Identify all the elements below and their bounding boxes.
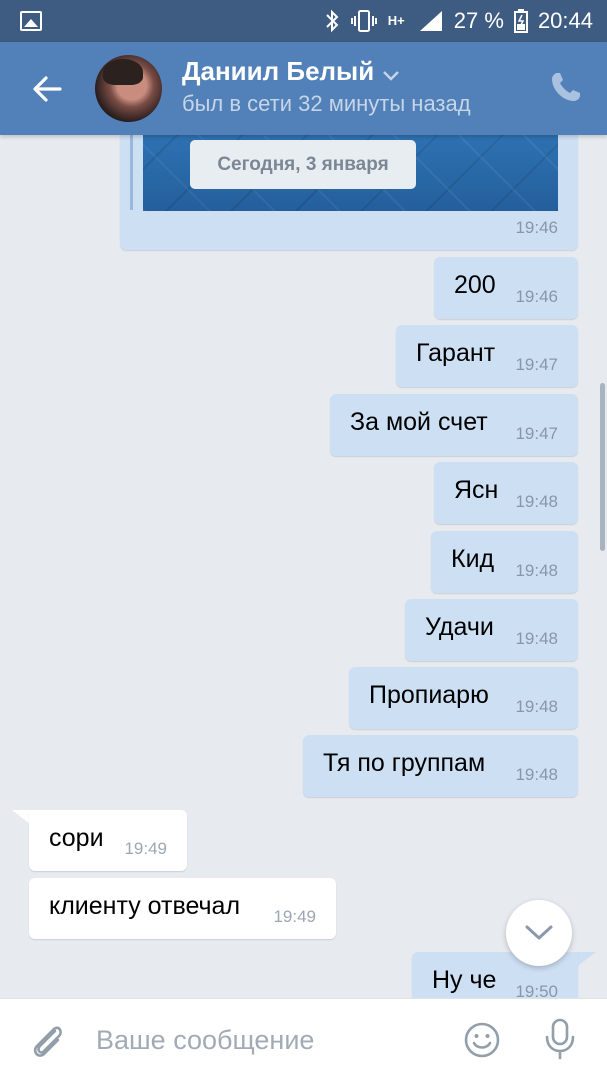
message-text: Кид [451,545,495,573]
microphone-icon[interactable] [542,1017,578,1061]
message-time: 19:47 [515,424,558,443]
scrollbar[interactable] [600,383,605,551]
signal-icon [419,11,442,31]
message-bubble-out[interactable]: Кид 19:48 [431,531,578,593]
message-bubble-out[interactable]: Удачи 19:48 [405,599,578,661]
message-time: 19:49 [273,907,316,926]
message-bubble-out[interactable]: Пропиарю 19:48 [349,667,578,729]
message-time: 19:48 [515,629,558,648]
arrow-left-icon[interactable] [30,72,64,106]
message-bubble-out[interactable]: За мой счет 19:47 [330,394,578,456]
message-text: 200 [454,271,496,299]
message-text: Пропиарю [369,681,489,709]
status-bar: H+ 27 % 20:44 [0,0,607,42]
message-time: 19:48 [515,765,558,784]
message-bubble-out[interactable]: Гарант 19:47 [396,325,578,387]
contact-info[interactable]: Даниил Белый был в сети 32 минуты назад [182,56,471,117]
chevron-down-icon [383,70,400,81]
last-seen-status: был в сети 32 минуты назад [182,91,471,116]
message-bubble-out[interactable]: Тя по группам 19:48 [303,735,578,797]
message-time: 19:47 [515,355,558,374]
message-bubble-out[interactable]: 200 19:46 [434,257,578,319]
date-chip: Сегодня, 3 января [190,140,416,189]
message-time: 19:48 [515,492,558,511]
message-list[interactable]: Сегодня, 3 января 19:46 200 19:46 Гарант… [0,135,607,998]
message-time: 19:49 [124,839,167,858]
phone-icon[interactable] [549,70,583,104]
battery-percent: 27 % [453,8,504,33]
message-time: 19:46 [515,218,558,237]
message-bubble-in[interactable]: клиенту отвечал 19:49 [29,878,336,939]
chevron-down-icon [525,925,553,940]
forwarded-image[interactable]: Сегодня, 3 января [143,135,558,211]
message-text: Удачи [425,613,494,641]
message-text: Ну че [432,966,497,994]
network-type-label: H+ [387,13,405,28]
message-time: 19:46 [515,287,558,306]
forwarded-message[interactable]: Сегодня, 3 января 19:46 [120,135,578,250]
avatar[interactable] [95,55,162,122]
message-text: клиенту отвечал [49,892,241,920]
message-text: сори [49,824,104,852]
paperclip-icon[interactable] [28,1021,68,1061]
chat-header: Даниил Белый был в сети 32 минуты назад [0,42,607,135]
battery-icon [513,9,528,33]
message-time: 19:48 [515,697,558,716]
vibrate-icon [350,10,377,32]
composer-bar [0,998,607,1080]
clock: 20:44 [537,8,593,33]
scroll-to-bottom-button[interactable] [506,900,572,966]
message-text: Тя по группам [323,749,486,777]
message-text: Гарант [416,339,496,367]
message-time: 19:50 [515,982,558,998]
message-time: 19:48 [515,561,558,580]
bubble-tail [12,810,30,824]
bluetooth-icon [326,9,339,33]
message-text: Ясн [454,476,499,504]
message-bubble-in[interactable]: сори 19:49 [29,810,187,871]
message-bubble-out[interactable]: Ясн 19:48 [434,462,578,524]
gallery-notification-icon [20,11,42,31]
contact-name: Даниил Белый [182,56,375,86]
bubble-tail [578,952,596,966]
forward-indicator-line [130,135,133,210]
message-input[interactable] [96,1017,436,1063]
smile-icon[interactable] [463,1021,501,1059]
message-text: За мой счет [350,408,488,436]
